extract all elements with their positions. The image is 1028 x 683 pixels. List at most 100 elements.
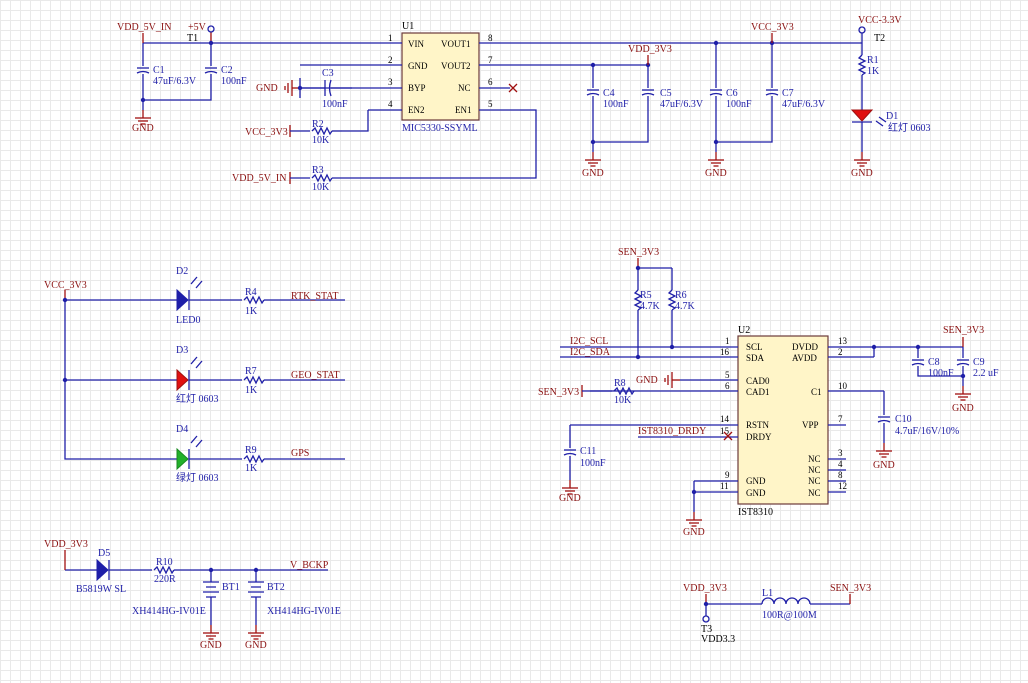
cap-value: 100nF	[221, 76, 247, 87]
cap-value: 47uF/6.3V	[153, 76, 197, 87]
u1-pin-number: 8	[488, 33, 493, 43]
vcc-3v3-label: VCC_3V3	[44, 280, 87, 291]
vdd-3v3-label: VDD_3V3	[44, 539, 88, 550]
led-value: 红灯 0603	[176, 392, 219, 405]
res-value: 220R	[154, 574, 176, 585]
u1-pin-number: 2	[388, 55, 393, 65]
u2-pin-number: 15	[720, 426, 730, 436]
cap-value: 47uF/6.3V	[660, 99, 704, 110]
led-value: 绿灯 0603	[176, 471, 219, 484]
u2-pin-name: GND	[746, 488, 766, 498]
vdd-3v3-label: VDD_3V3	[628, 44, 672, 55]
res-ref: R1	[867, 55, 879, 66]
led-ref: D2	[176, 266, 188, 277]
u2-pin-number: 5	[725, 370, 730, 380]
res-ref: R3	[312, 165, 324, 176]
t2-testpoint	[858, 26, 866, 34]
u1-pin-number: 3	[388, 77, 393, 87]
plus5v-testpoint	[207, 25, 215, 33]
sen-3v3-label: SEN_3V3	[830, 583, 871, 594]
u2-pin-number: 16	[720, 347, 730, 357]
no-connect-marker	[508, 83, 518, 93]
u1-pin-number: 4	[388, 99, 393, 109]
u1-part: MIC5330-SSYML	[402, 123, 478, 134]
t3-testpoint	[702, 615, 710, 623]
vdd-5v-in-label: VDD_5V_IN	[117, 22, 171, 33]
res-value: 4.7K	[640, 301, 661, 312]
cap-ref: C7	[782, 88, 794, 99]
battery-value: XH414HG-IV01E	[132, 606, 206, 617]
d5-diode-icon	[96, 558, 109, 582]
gnd-label: GND	[683, 527, 705, 538]
u2-pin-name: AVDD	[792, 353, 817, 363]
cap-ref: C4	[603, 88, 615, 99]
u2-pin-number: 13	[838, 336, 848, 346]
u2-pin-name: RSTN	[746, 420, 770, 430]
led-ref: D1	[886, 111, 898, 122]
res-value: 10K	[312, 182, 330, 193]
u1-pin-name: VOUT1	[441, 39, 471, 49]
d1-led-icon	[850, 109, 874, 122]
u2-pin-number: 11	[720, 481, 729, 491]
vcc-3v3-label: VCC_3V3	[245, 127, 288, 138]
u2-pin-name: CAD1	[746, 387, 770, 397]
battery-ref: BT1	[222, 582, 240, 593]
gnd-label: GND	[200, 640, 222, 651]
res-value: 1K	[245, 463, 258, 474]
v-bckp-label: V_BCKP	[290, 560, 329, 571]
cap-value: 100nF	[322, 99, 348, 110]
u2-pin-name: SDA	[746, 353, 765, 363]
cap-ref: C2	[221, 65, 233, 76]
res-ref: R2	[312, 119, 324, 130]
gnd-label: GND	[636, 375, 658, 386]
cap-ref: C11	[580, 446, 596, 457]
res-ref: R5	[640, 290, 652, 301]
cap-value: 47uF/6.3V	[782, 99, 826, 110]
vdd-5v-in-label: VDD_5V_IN	[232, 173, 286, 184]
gnd-label: GND	[559, 493, 581, 504]
u2-pin-number: 3	[838, 448, 843, 458]
cap-value: 4.7uF/16V/10%	[895, 426, 959, 437]
res-value: 1K	[245, 385, 258, 396]
u2-pin-name: DRDY	[746, 432, 772, 442]
d3-led-icon	[176, 368, 189, 392]
rtk-stat-label: RTK_STAT	[291, 291, 339, 302]
u2-pin-number: 10	[838, 381, 848, 391]
u1-pin-number: 7	[488, 55, 493, 65]
t2-label: T2	[874, 33, 885, 44]
sen-3v3-label: SEN_3V3	[943, 325, 984, 336]
inductor-value: 100R@100M	[762, 610, 817, 621]
cap-ref: C9	[973, 357, 985, 368]
u2-pin-name: NC	[808, 488, 821, 498]
cap-ref: C8	[928, 357, 940, 368]
t1-label: T1	[187, 33, 198, 44]
u1-pin-name: VOUT2	[441, 61, 471, 71]
res-ref: R10	[156, 557, 173, 568]
cap-value: 100nF	[928, 368, 954, 379]
u1-pin-name: NC	[458, 83, 471, 93]
u1-pin-name: GND	[408, 61, 428, 71]
u2-pin-number: 4	[838, 459, 843, 469]
led-value: LED0	[176, 315, 200, 326]
led-value: 红灯 0603	[888, 121, 931, 134]
gnd-label: GND	[245, 640, 267, 651]
gnd-label: GND	[582, 168, 604, 179]
battery-ref: BT2	[267, 582, 285, 593]
res-ref: R6	[675, 290, 687, 301]
cap-value: 100nF	[580, 458, 606, 469]
schematic-drawing: U1 MIC5330-SSYML VIN GND BYP EN2 VOUT1 V…	[44, 15, 999, 651]
u2-pin-number: 8	[838, 470, 843, 480]
gnd-label: GND	[132, 123, 154, 134]
u1-designator: U1	[402, 21, 414, 32]
u2-pin-name: SCL	[746, 342, 763, 352]
u2-part: IST8310	[738, 507, 773, 518]
u2-pin-name: GND	[746, 476, 766, 486]
gnd-label: GND	[256, 83, 278, 94]
u2-pin-number: 6	[725, 381, 730, 391]
u1-pin-name: BYP	[408, 83, 426, 93]
vcc-m33-label: VCC-3.3V	[858, 15, 902, 26]
inductor-ref: L1	[762, 588, 773, 599]
u2-pin-name: C1	[811, 387, 822, 397]
res-value: 1K	[867, 66, 880, 77]
u1-pin-name: EN1	[455, 105, 472, 115]
